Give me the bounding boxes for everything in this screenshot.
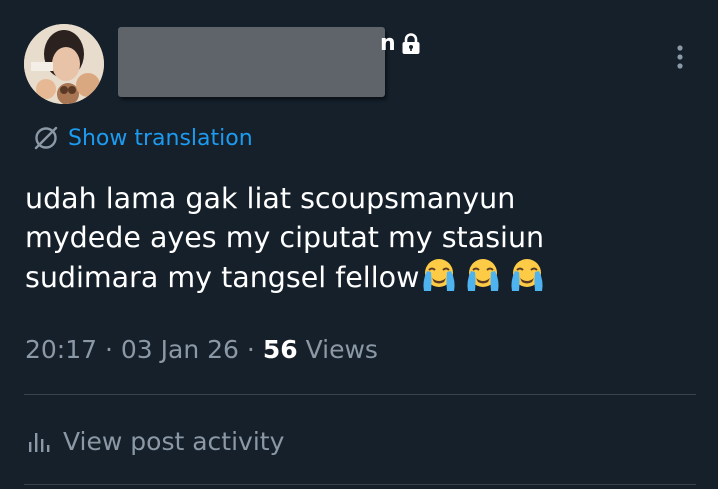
redacted-username — [118, 27, 385, 97]
post-time: 20:17 — [25, 335, 98, 364]
profile-photo — [24, 24, 104, 104]
loudly-crying-face-icon — [511, 259, 543, 291]
view-post-activity-label: View post activity — [63, 426, 285, 456]
divider — [24, 394, 696, 395]
post-line: udah lama gak liat scoupsmanyun — [25, 182, 516, 215]
show-translation-button[interactable]: Show translation — [33, 122, 253, 154]
meta-separator: · — [105, 335, 113, 364]
post-line-text: sudimara my tangsel fellow — [25, 261, 420, 294]
post-line: mydede ayes my ciputat my stasiun — [25, 220, 545, 254]
loudly-crying-face-icon — [423, 259, 455, 291]
view-post-activity-button[interactable]: View post activity — [27, 423, 284, 459]
show-translation-label: Show translation — [68, 125, 253, 151]
avatar[interactable] — [24, 24, 104, 104]
post-text: udah lama gak liat scoupsmanyun mydede a… — [25, 180, 685, 298]
translate-icon — [34, 126, 58, 150]
post-meta: 20:17 · 03 Jan 26 · 56 Views — [25, 335, 378, 364]
views-label: Views — [305, 335, 378, 364]
loudly-crying-face-icon — [467, 259, 499, 291]
bar-chart-icon — [29, 433, 50, 452]
post-line: sudimara my tangsel fellow — [25, 257, 685, 298]
post-date[interactable]: 03 Jan 26 — [121, 335, 239, 364]
emoji-row — [420, 257, 552, 293]
display-name-tail: n — [380, 31, 396, 56]
divider — [24, 484, 696, 485]
more-vertical-icon[interactable] — [668, 40, 692, 74]
view-count: 56 — [262, 335, 298, 364]
lock-icon — [402, 33, 420, 54]
meta-separator: · — [246, 335, 255, 364]
